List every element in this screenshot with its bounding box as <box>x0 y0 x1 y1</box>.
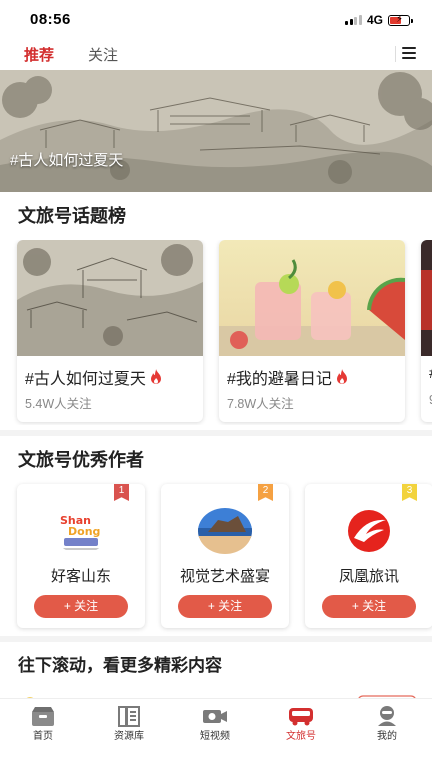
library-icon <box>118 706 140 727</box>
battery-icon: ⚡ <box>388 14 413 26</box>
topic-card[interactable]: # 9 <box>421 240 432 422</box>
topics-section-title: 文旅号话题榜 <box>18 206 126 226</box>
follow-button[interactable]: + 关注 <box>322 595 416 618</box>
banner-carousel[interactable]: #古人如何过夏天 <box>0 70 432 192</box>
topic-list: #古人如何过夏天 5.4W人关注 #我的避暑日记 7.8W人关注 <box>0 240 432 425</box>
signal-icon <box>345 15 362 25</box>
network-type: 4G <box>366 13 383 27</box>
author-card[interactable]: 2 视觉艺术盛宴 + 关注 <box>161 484 289 628</box>
tab-following[interactable]: 关注 <box>88 44 118 65</box>
authors-section-title: 文旅号优秀作者 <box>18 450 144 470</box>
tab-library[interactable]: 资源库 <box>86 699 172 749</box>
topic-image <box>421 240 432 356</box>
tab-label: 首页 <box>33 731 53 742</box>
topic-followers: 7.8W人关注 <box>227 397 294 411</box>
banner-caption: #古人如何过夏天 <box>10 152 124 169</box>
scroll-hint: 往下滚动，看更多精彩内容 <box>18 656 222 675</box>
follow-button[interactable]: + 关注 <box>34 595 128 618</box>
flame-icon <box>150 369 161 384</box>
top-nav: 推荐 关注 <box>0 38 432 73</box>
ancient-painting-image <box>0 70 432 192</box>
tab-label: 我的 <box>377 731 397 742</box>
topic-followers: 5.4W人关注 <box>25 397 92 411</box>
author-name: 凤凰旅讯 <box>338 568 399 585</box>
tab-label: 短视频 <box>200 731 230 742</box>
author-card[interactable]: 3 凤凰旅讯 + 关注 <box>305 484 432 628</box>
topic-image <box>219 240 405 356</box>
topic-title: #古人如何过夏天 <box>25 365 163 389</box>
follow-button[interactable]: + 关注 <box>178 595 272 618</box>
rank-badge: 1 <box>114 484 129 501</box>
tab-recommend[interactable]: 推荐 <box>24 44 54 73</box>
tab-label: 文旅号 <box>286 731 316 742</box>
author-card[interactable]: 1 Shan Dong 好客山东 + 关注 <box>17 484 145 628</box>
status-bar: 08:56 4G ⚡ <box>0 0 432 38</box>
author-name: 好客山东 <box>50 568 111 585</box>
shandong-logo: Shan Dong <box>54 508 108 554</box>
profile-icon <box>378 706 396 726</box>
flame-icon <box>336 369 347 384</box>
topic-title: #我的避暑日记 <box>227 365 349 389</box>
status-time: 08:56 <box>30 11 71 28</box>
tab-home[interactable]: 首页 <box>0 699 86 749</box>
author-list: 1 Shan Dong 好客山东 + 关注 2 视觉艺术盛宴 + 关注 3 凤凰… <box>0 484 432 630</box>
bottom-tab-bar: 首页 资源库 短视频 文旅号 我的 <box>0 698 432 768</box>
rank-badge: 3 <box>402 484 417 501</box>
bus-icon <box>289 708 313 726</box>
status-icons: 4G ⚡ <box>345 13 413 27</box>
menu-icon[interactable] <box>402 47 416 59</box>
tab-mine[interactable]: 我的 <box>344 699 430 749</box>
video-camera-icon <box>203 710 227 723</box>
svg-text:Dong: Dong <box>68 525 100 538</box>
topic-card[interactable]: #我的避暑日记 7.8W人关注 <box>219 240 405 422</box>
section-divider <box>0 636 432 642</box>
section-divider <box>0 430 432 436</box>
home-icon <box>32 707 54 726</box>
rank-badge: 2 <box>258 484 273 501</box>
topic-card[interactable]: #古人如何过夏天 5.4W人关注 <box>17 240 203 422</box>
tab-short-video[interactable]: 短视频 <box>172 699 258 749</box>
author-name: 视觉艺术盛宴 <box>179 568 270 585</box>
nav-divider <box>395 46 396 62</box>
beach-photo <box>198 508 252 554</box>
tab-label: 资源库 <box>114 731 144 742</box>
topic-image <box>17 240 203 356</box>
phoenix-logo <box>342 508 396 554</box>
tab-wenlv[interactable]: 文旅号 <box>258 699 344 749</box>
